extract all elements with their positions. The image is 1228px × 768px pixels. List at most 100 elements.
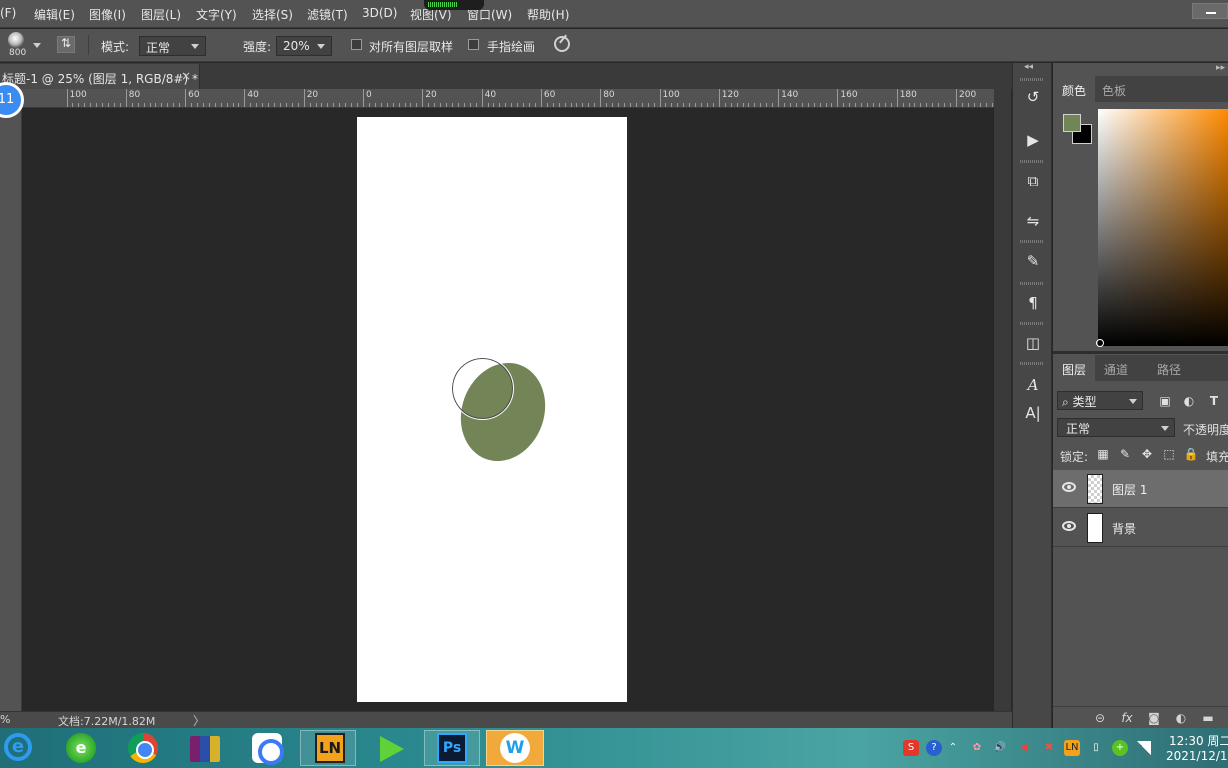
- ruler-tick-label: 120: [721, 90, 739, 100]
- menu-3d[interactable]: 3D(D): [362, 6, 397, 20]
- ruler-minor-tick: [416, 103, 418, 107]
- link-layers-icon[interactable]: ⊝: [1092, 710, 1108, 726]
- brushes-icon[interactable]: ✎: [1022, 250, 1044, 272]
- layer-filter-select[interactable]: ⌕ 类型: [1057, 391, 1143, 410]
- clipboard-icon[interactable]: ▯: [1088, 740, 1104, 756]
- ln-tray-icon[interactable]: LN: [1064, 740, 1080, 756]
- strength-input[interactable]: 20%: [276, 36, 332, 56]
- layer-row[interactable]: 背景: [1053, 509, 1228, 547]
- menu-filter[interactable]: 滤镜(T): [307, 6, 348, 23]
- menu-image[interactable]: 图像(I): [89, 6, 126, 23]
- actions-play-icon[interactable]: ▶: [1022, 129, 1044, 151]
- signal-strength-icon[interactable]: [1137, 741, 1151, 755]
- document-tab-title: 标题-1 @ 25% (图层 1, RGB/8#) *: [2, 72, 198, 86]
- ruler-minor-tick: [973, 103, 975, 107]
- history-icon[interactable]: ↺: [1022, 86, 1044, 108]
- flower-icon[interactable]: ✿: [969, 740, 985, 756]
- lock-transparency-icon[interactable]: ▦: [1095, 446, 1111, 462]
- brush-preset-icon[interactable]: [8, 32, 24, 48]
- lock-all-icon[interactable]: 🔒: [1183, 446, 1199, 462]
- screen-recorder-widget[interactable]: [424, 0, 484, 10]
- mode-value: 正常: [146, 41, 171, 55]
- tab-color[interactable]: 颜色: [1053, 76, 1096, 102]
- paragraph-icon[interactable]: ¶: [1022, 292, 1044, 314]
- mute-speaker-icon[interactable]: ◀: [1016, 740, 1032, 756]
- status-menu-arrow-icon[interactable]: 〉: [193, 712, 205, 729]
- ruler-minor-tick: [961, 103, 963, 107]
- winrar-icon[interactable]: [190, 736, 220, 762]
- tab-swatches[interactable]: 色板: [1093, 76, 1135, 102]
- image-filter-icon[interactable]: ▣: [1157, 393, 1173, 409]
- collapse-left-icon[interactable]: ◂◂: [1024, 62, 1033, 72]
- ruler-major-tick: [837, 89, 839, 107]
- ruler-minor-tick: [440, 103, 442, 107]
- chrome-icon[interactable]: [128, 733, 158, 763]
- vertical-scrollbar[interactable]: [994, 89, 1011, 711]
- baidu-netdisk-icon[interactable]: [252, 733, 284, 765]
- video-player-icon[interactable]: [376, 734, 406, 762]
- add-mask-icon[interactable]: ◙: [1146, 710, 1162, 726]
- ln-app-icon[interactable]: LN: [315, 733, 345, 763]
- ruler-minor-tick: [149, 103, 151, 107]
- help-icon[interactable]: ?: [926, 740, 942, 756]
- menu-edit[interactable]: 编辑(E): [34, 6, 75, 23]
- grip-icon: [1020, 362, 1044, 365]
- visibility-eye-icon[interactable]: [1062, 482, 1076, 492]
- color-picker-handle[interactable]: [1096, 339, 1104, 347]
- layer-row[interactable]: 图层 1: [1053, 470, 1228, 508]
- adjustment-filter-icon[interactable]: ◐: [1181, 393, 1197, 409]
- clock-date[interactable]: 2021/12/14: [1166, 749, 1228, 763]
- w-app-icon[interactable]: W: [500, 733, 530, 763]
- adjustments-icon[interactable]: ⇋: [1022, 210, 1044, 232]
- sample-all-layers-checkbox[interactable]: [351, 39, 362, 50]
- sogou-input-icon[interactable]: S: [903, 740, 919, 756]
- grip-icon: [1020, 282, 1044, 285]
- chevron-down-icon: [1129, 399, 1137, 404]
- brush-picker-chevron-icon[interactable]: [33, 43, 41, 48]
- fx-icon[interactable]: fx: [1119, 710, 1135, 726]
- new-group-folder-icon[interactable]: ▬: [1200, 710, 1216, 726]
- menu-select[interactable]: 选择(S): [252, 6, 293, 23]
- 3d-icon[interactable]: ◫: [1022, 332, 1044, 354]
- ruler-major-tick: [481, 89, 483, 107]
- collapse-right-icon[interactable]: ▸▸: [1216, 63, 1225, 73]
- pressure-icon[interactable]: [554, 36, 570, 52]
- new-adjustment-layer-icon[interactable]: ◐: [1173, 710, 1189, 726]
- document-tab[interactable]: 标题-1 @ 25% (图层 1, RGB/8#) * ×: [0, 64, 200, 89]
- tab-layers[interactable]: 图层: [1053, 355, 1096, 381]
- visibility-eye-icon[interactable]: [1062, 521, 1076, 531]
- foreground-color-swatch[interactable]: [1063, 114, 1081, 132]
- tray-expand-icon[interactable]: ⌃: [948, 740, 958, 756]
- clock-time[interactable]: 12:30 周二: [1169, 732, 1228, 749]
- character-icon[interactable]: A: [1022, 374, 1044, 396]
- lock-artboard-icon[interactable]: ⬚: [1161, 446, 1177, 462]
- network-alert-icon[interactable]: ✖: [1041, 740, 1057, 756]
- color-spectrum-field[interactable]: [1098, 109, 1228, 346]
- blend-mode-select[interactable]: 正常: [1057, 418, 1175, 437]
- ruler-minor-tick: [155, 103, 157, 107]
- minimize-button[interactable]: [1192, 3, 1228, 19]
- tab-channels[interactable]: 通道: [1095, 355, 1137, 381]
- menu-type[interactable]: 文字(Y): [196, 6, 237, 23]
- lock-position-move-icon[interactable]: ✥: [1139, 446, 1155, 462]
- volume-icon[interactable]: 🔊: [992, 740, 1008, 756]
- plus-icon[interactable]: +: [1112, 740, 1128, 756]
- mode-select[interactable]: 正常: [139, 36, 206, 56]
- type-filter-icon[interactable]: T: [1206, 393, 1222, 409]
- zoom-level[interactable]: %: [0, 713, 10, 726]
- menu-help[interactable]: 帮助(H): [527, 6, 569, 23]
- menu-file[interactable]: (F): [0, 6, 16, 20]
- brush-settings-button[interactable]: [57, 36, 75, 53]
- character-style-icon[interactable]: A|: [1022, 402, 1044, 424]
- finger-painting-checkbox[interactable]: [468, 39, 479, 50]
- internet-explorer-icon[interactable]: e: [4, 733, 32, 761]
- tab-paths[interactable]: 路径: [1148, 355, 1190, 381]
- photoshop-icon[interactable]: Ps: [437, 733, 467, 763]
- ruler-minor-tick: [967, 103, 969, 107]
- close-icon[interactable]: ×: [181, 69, 191, 83]
- 360-browser-icon[interactable]: e: [66, 733, 96, 763]
- menu-layer[interactable]: 图层(L): [141, 6, 181, 23]
- ruler-minor-tick: [902, 103, 904, 107]
- clone-source-icon[interactable]: ⧉: [1022, 170, 1044, 192]
- lock-pixels-brush-icon[interactable]: ✎: [1117, 446, 1133, 462]
